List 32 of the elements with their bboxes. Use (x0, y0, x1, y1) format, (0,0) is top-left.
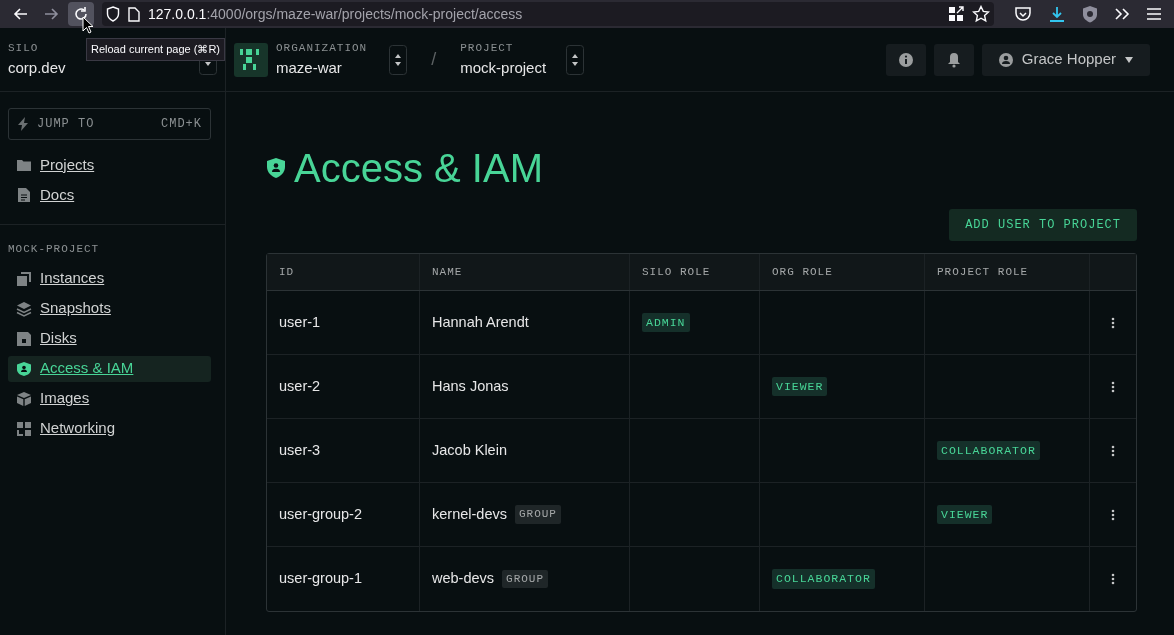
role-tag: VIEWER (772, 376, 828, 397)
table-cell-text: user-2 (279, 376, 321, 396)
field-label: SILO (8, 41, 40, 56)
role-tag: VIEWER (937, 504, 993, 525)
group-tag: GROUP (502, 569, 549, 589)
tooltip: Reload current page (⌘R) (86, 38, 225, 61)
table-cell-text: user-1 (279, 312, 321, 332)
role-tag: COLLABORATOR (772, 569, 875, 589)
table-cell-text: Hannah Arendt (432, 312, 529, 332)
field-value: mock-project (460, 57, 547, 78)
breadcrumb-separator: / (431, 48, 437, 71)
column-header: PROJECT ROLE (937, 264, 1029, 280)
column-header: ID (279, 264, 295, 280)
table-cell-text: user-3 (279, 440, 321, 460)
page-title: Access & IAM (294, 145, 543, 192)
table-cell-text: user-group-2 (279, 504, 362, 524)
column-header: ORG ROLE (772, 264, 833, 280)
table-cell-text: web-devs (432, 569, 495, 589)
table-cell-text: Jacob Klein (432, 440, 507, 460)
column-header: SILO ROLE (642, 264, 711, 280)
field-value: corp.dev (8, 57, 66, 78)
group-tag: GROUP (514, 505, 561, 524)
field-label: ORGANIZATION (276, 41, 368, 56)
role-tag: COLLABORATOR (937, 440, 1040, 461)
field-label: PROJECT (460, 41, 515, 56)
table-cell-text: user-group-1 (279, 569, 362, 589)
section-title: MOCK-PROJECT (8, 242, 101, 257)
table-cell-text: kernel-devs (432, 504, 507, 524)
role-tag: ADMIN (642, 312, 690, 333)
table-cell-text: Hans Jonas (432, 376, 509, 396)
field-value: maze-war (276, 57, 343, 78)
column-header: NAME (432, 264, 463, 280)
